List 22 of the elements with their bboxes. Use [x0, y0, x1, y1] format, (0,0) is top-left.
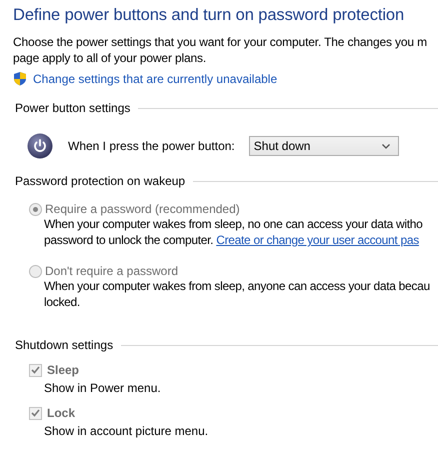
- intro-text: page apply to all of your power plans.: [13, 50, 206, 66]
- power-action-dropdown[interactable]: Shut down: [248, 136, 399, 156]
- shield-icon: [13, 71, 27, 86]
- option-label: Require a password (recommended): [45, 202, 240, 216]
- section-heading: Shutdown settings: [15, 338, 114, 352]
- option-description: When your computer wakes from sleep, anyone can access your data becau locked.: [44, 278, 430, 310]
- option-description: Show in Power menu.: [44, 381, 161, 395]
- caret-icon: [382, 144, 390, 148]
- option-label: Sleep: [47, 363, 80, 377]
- intro-text: Choose the power settings that you want for your computer. The changes you m: [13, 34, 427, 50]
- check-icon: [31, 409, 40, 417]
- option-label: Don't require a password: [45, 264, 178, 278]
- section-heading: Password protection on wakeup: [15, 174, 186, 188]
- check-icon: [31, 366, 40, 374]
- section-heading: Power button settings: [15, 101, 130, 115]
- field-label: When I press the power button:: [68, 139, 235, 153]
- page-title: Define power buttons and turn on password protection: [13, 6, 406, 25]
- power-icon: [27, 133, 53, 159]
- option-label: Lock: [47, 406, 76, 420]
- option-description: Show in account picture menu.: [44, 424, 208, 438]
- option-description: When your computer wakes from sleep, no one can access your data witho password to unlock the computer. Create or change your user account pas: [44, 216, 423, 248]
- settings-link[interactable]: Change settings that are currently unavailable: [33, 72, 278, 86]
